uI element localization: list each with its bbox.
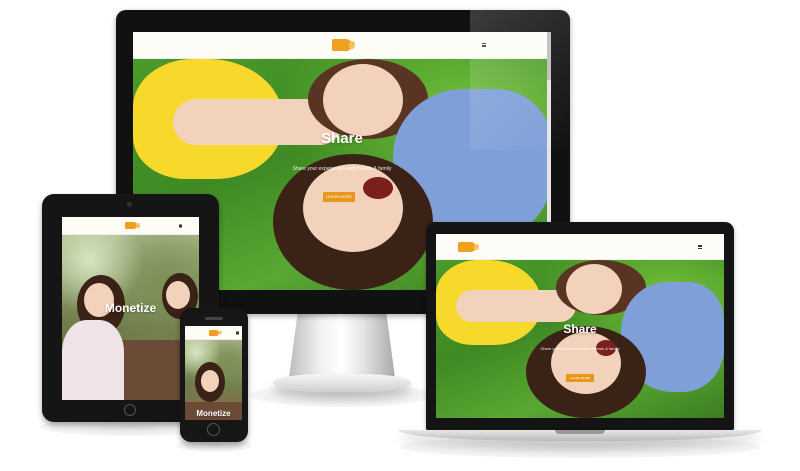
hero-photo-face-top (323, 64, 403, 136)
hamburger-menu-icon[interactable] (482, 43, 486, 47)
phone-screen: Monetize (185, 326, 242, 420)
hamburger-menu-icon[interactable] (698, 244, 702, 249)
hero-photo-face (201, 370, 219, 392)
laptop-opening-notch (555, 430, 605, 434)
hero-title: Share (321, 130, 363, 147)
hero-photo-mouth (363, 177, 393, 199)
hero-photo-face-top (566, 264, 622, 314)
monitor-stand-neck (289, 314, 395, 378)
hero-subtitle: Share your experiences with friends & fa… (292, 166, 392, 172)
hero-photo-face-bottom (303, 164, 403, 252)
hero-banner: Monetize (185, 340, 242, 420)
megaphone-logo[interactable] (124, 222, 140, 229)
hero-title: Monetize (104, 301, 157, 315)
hero-subtitle: Share your experiences with friends & fa… (540, 346, 620, 351)
hero-banner: Share Share your experiences with friend… (436, 260, 724, 418)
phone-speaker (205, 317, 223, 320)
learn-more-button[interactable]: LEARN MORE (566, 374, 594, 382)
hero-photo-dress (62, 320, 124, 400)
site-header (62, 217, 199, 235)
megaphone-logo[interactable] (332, 39, 355, 51)
phone-home-button[interactable] (207, 423, 220, 436)
monitor-stand-base (273, 374, 411, 392)
site-header (133, 32, 551, 59)
site-header (436, 234, 724, 260)
tablet-home-button[interactable] (124, 404, 136, 416)
tablet-screen: Monetize (62, 217, 199, 400)
hero-title: Share (563, 322, 597, 336)
hero-banner: Monetize (62, 235, 199, 400)
scrollbar-thumb[interactable] (547, 32, 551, 80)
site-header (185, 326, 242, 340)
laptop-screen: Share Share your experiences with friend… (436, 234, 724, 418)
hero-title: Monetize (196, 409, 231, 418)
learn-more-button[interactable]: LEARN MORE (323, 192, 355, 202)
megaphone-logo[interactable] (458, 241, 480, 252)
hamburger-menu-icon[interactable] (179, 224, 182, 227)
hamburger-menu-icon[interactable] (236, 331, 239, 334)
tablet-camera (127, 202, 132, 207)
megaphone-logo[interactable] (208, 329, 222, 336)
